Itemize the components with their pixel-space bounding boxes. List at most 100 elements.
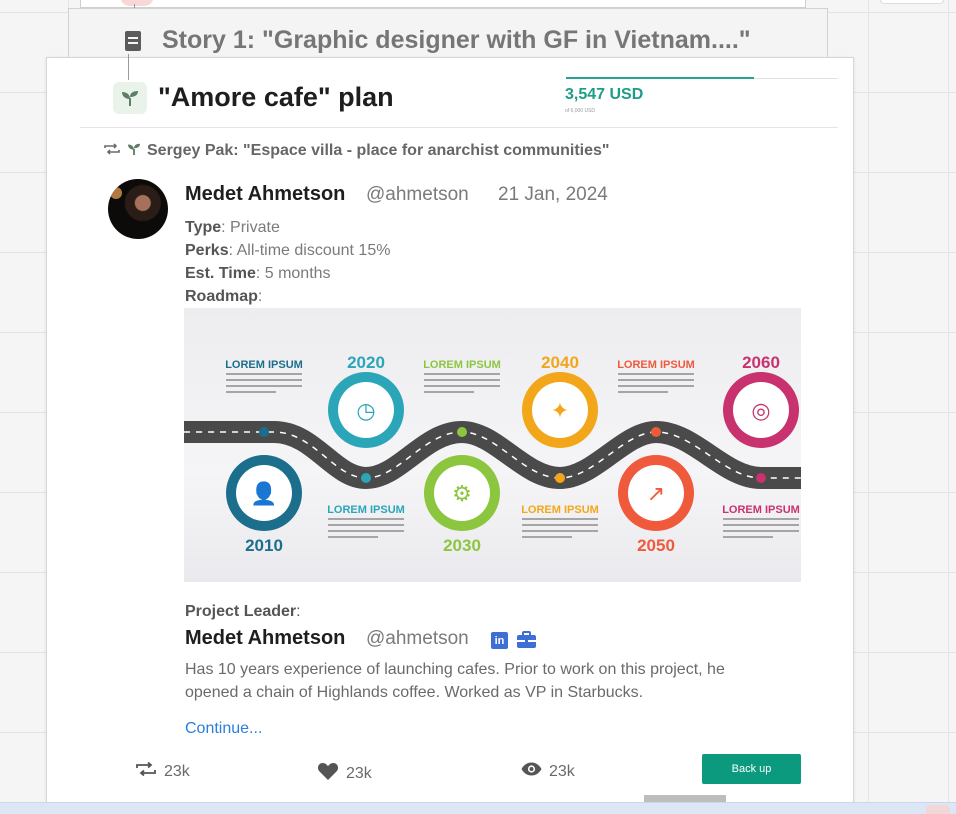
milestone-2020: ◷ 2020 LOREM IPSUM (327, 353, 405, 538)
briefcase-icon[interactable] (517, 631, 536, 649)
perks-value: : All-time discount 15% (228, 242, 391, 259)
heart-icon (317, 762, 339, 786)
view-count-value: 23k (549, 762, 575, 780)
milestone-heading: LOREM IPSUM (423, 359, 501, 371)
bottom-corner-tab[interactable] (926, 805, 950, 814)
milestone-text-line (723, 536, 773, 538)
milestone-text-line (226, 385, 302, 387)
author-handle[interactable]: @ahmetson (366, 184, 469, 206)
plan-title: "Amore cafe" plan (158, 82, 394, 112)
leader-label: Project Leader (185, 603, 297, 620)
leader-label-suffix: : (296, 603, 301, 620)
milestone-heading: LOREM IPSUM (521, 504, 599, 516)
document-icon (125, 31, 141, 51)
milestone-text-line (328, 530, 404, 532)
repost-source[interactable]: Sergey Pak: "Espace villa - place for an… (103, 142, 609, 160)
milestone-year: 2060 (742, 353, 780, 372)
time-label: Est. Time (185, 265, 256, 282)
road-dot (756, 473, 766, 483)
roadmap-field: Roadmap: (185, 288, 262, 306)
repost-count-button[interactable]: 23k (135, 761, 190, 781)
milestone-text-line (522, 524, 598, 526)
milestone-2010: 👤 2010 LOREM IPSUM (225, 359, 303, 555)
leader-label-row: Project Leader: (185, 603, 301, 621)
milestone-heading: LOREM IPSUM (225, 359, 303, 371)
milestone-text-line (424, 373, 500, 375)
handshake-icon: ✦ (551, 399, 569, 424)
milestone-text-line (723, 530, 799, 532)
repost-icon (135, 761, 157, 781)
sprout-icon (113, 82, 147, 114)
globe-icon: ◎ (751, 399, 770, 424)
person-icon: 👤 (250, 481, 277, 507)
toolbar-edge (880, 0, 944, 4)
road-dot (259, 427, 269, 437)
bottom-bar (0, 802, 956, 814)
milestone-text-line (723, 518, 799, 520)
roadmap-label: Roadmap (185, 288, 258, 305)
milestone-year: 2040 (541, 353, 579, 372)
road-dot (651, 427, 661, 437)
milestone-text-line (226, 373, 302, 375)
milestone-year: 2020 (347, 353, 385, 372)
milestone-heading: LOREM IPSUM (722, 504, 800, 516)
story-title[interactable]: Story 1: "Graphic designer with GF in Vi… (162, 26, 751, 55)
milestone-heading: LOREM IPSUM (617, 359, 695, 371)
divider (80, 127, 838, 128)
like-count: 23k (346, 765, 372, 782)
type-value: : Private (221, 219, 280, 236)
funding-goal: of 6,000 USD (565, 108, 596, 114)
milestone-text-line (226, 391, 276, 393)
leader-bio: Has 10 years experience of launching caf… (185, 661, 725, 701)
funding-amount: 3,547 USD (565, 86, 644, 103)
scrollbar-thumb[interactable] (644, 795, 726, 802)
milestone-year: 2030 (443, 536, 481, 555)
repost-count: 23k (164, 762, 190, 780)
like-count-button[interactable]: 23k (317, 762, 372, 786)
milestone-2040: ✦ 2040 LOREM IPSUM (521, 353, 599, 538)
previous-card-edge (80, 0, 806, 8)
milestone-text-line (723, 524, 799, 526)
leader-handle[interactable]: @ahmetson (366, 628, 469, 650)
perks-label: Perks (185, 242, 229, 259)
funding-progress-fill (566, 77, 754, 79)
milestone-2030: ⚙ 2030 LOREM IPSUM (423, 359, 501, 555)
clock-icon: ◷ (356, 399, 375, 424)
type-label: Type (185, 219, 222, 236)
time-value: : 5 months (255, 265, 331, 282)
milestone-text-line (618, 385, 694, 387)
sprout-icon (127, 142, 141, 160)
roadmap-suffix: : (257, 288, 263, 305)
milestone-text-line (618, 391, 668, 393)
milestone-text-line (424, 385, 500, 387)
milestone-year: 2050 (637, 536, 675, 555)
post-date: 21 Jan, 2024 (498, 184, 608, 205)
view-count: 23k (521, 762, 575, 781)
avatar[interactable] (108, 179, 168, 239)
type-field: Type: Private (185, 219, 280, 237)
milestone-text-line (424, 379, 500, 381)
milestone-text-line (424, 391, 474, 393)
repost-source-text: Sergey Pak: "Espace villa - place for an… (147, 142, 610, 159)
chart-icon: ↗ (647, 482, 665, 507)
milestone-text-line (618, 373, 694, 375)
road-dot (555, 473, 565, 483)
milestone-text-line (328, 518, 404, 520)
linkedin-icon[interactable]: in (491, 632, 508, 649)
road-dot (361, 473, 371, 483)
roadmap-image[interactable]: 👤 2010 LOREM IPSUM ◷ 2020 LOREM IPSUM ⚙ 2030 LOR… (184, 308, 801, 582)
milestone-2050: ↗ 2050 LOREM IPSUM (617, 359, 695, 555)
eye-icon (521, 762, 542, 781)
continue-link[interactable]: Continue... (185, 720, 262, 738)
roadmap-infographic: 👤 2010 LOREM IPSUM ◷ 2020 LOREM IPSUM ⚙ 2030 LOR… (184, 353, 801, 555)
milestone-text-line (522, 518, 598, 520)
milestone-text-line (618, 379, 694, 381)
milestone-heading: LOREM IPSUM (327, 504, 405, 516)
back-up-button[interactable]: Back up (702, 754, 801, 784)
author-name[interactable]: Medet Ahmetson (185, 183, 345, 206)
milestone-text-line (522, 536, 572, 538)
repost-icon (103, 142, 121, 160)
leader-name[interactable]: Medet Ahmetson (185, 627, 345, 650)
milestone-2060: ◎ 2060 LOREM IPSUM (722, 353, 800, 538)
time-field: Est. Time: 5 months (185, 265, 331, 283)
